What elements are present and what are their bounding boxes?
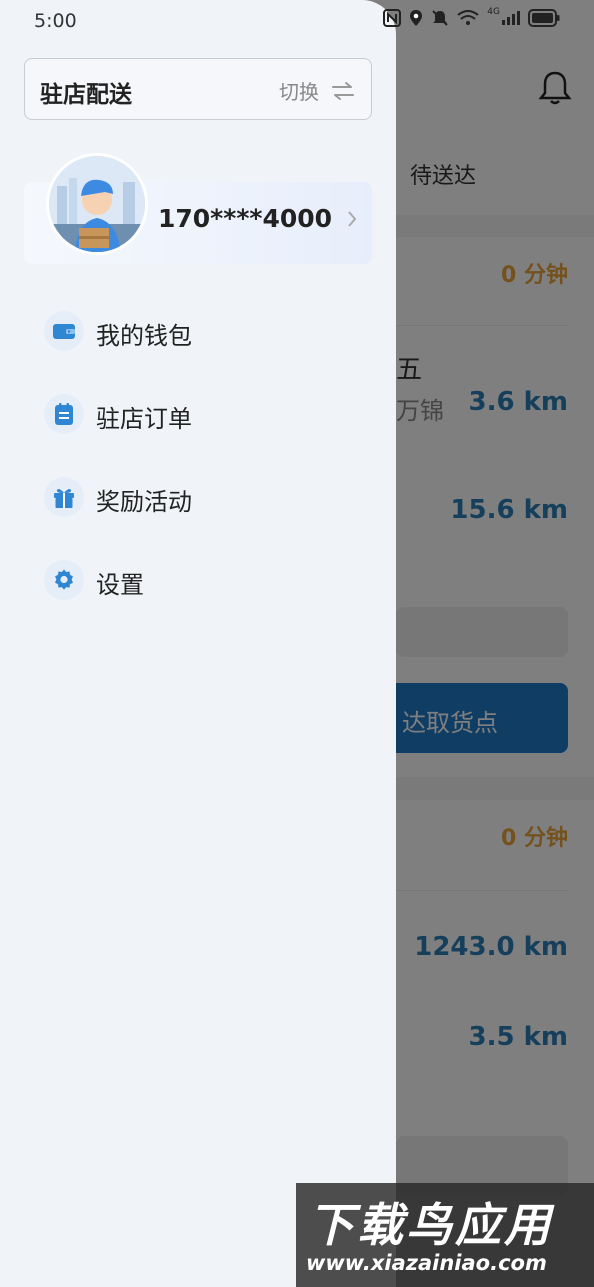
swap-arrows-icon [332, 81, 354, 100]
chevron-right-icon [348, 211, 357, 227]
watermark-url: www.xiazainiao.com [306, 1251, 547, 1275]
menu-item-store-orders[interactable]: 驻店订单 [44, 389, 364, 439]
gift-icon [44, 477, 84, 517]
gear-icon [44, 560, 84, 600]
clipboard-icon [44, 394, 84, 434]
status-icons: 4G [383, 7, 560, 27]
switch-label: 切换 [279, 80, 319, 104]
network-type: 4G [487, 7, 500, 17]
delivery-mode-title: 驻店配送 [40, 82, 132, 108]
menu-item-wallet[interactable]: 我的钱包 [44, 306, 364, 356]
menu-label: 设置 [96, 571, 144, 599]
bell-muted-icon [432, 10, 449, 26]
watermark-title: 下载鸟应用 [308, 1198, 553, 1252]
switch-mode-button[interactable]: 切换 [279, 76, 355, 105]
side-drawer: 驻店配送 切换 170****4000 我的钱包 驻店订单 奖励活动 设置 [0, 0, 396, 1287]
delivery-mode-selector[interactable]: 驻店配送 切换 [24, 58, 372, 120]
wifi-icon [457, 10, 479, 25]
location-icon [410, 10, 423, 26]
signal-icon: 4G [487, 7, 520, 25]
nfc-icon [383, 9, 402, 27]
menu-item-rewards[interactable]: 奖励活动 [44, 472, 364, 522]
battery-icon [528, 9, 560, 27]
courier-avatar-icon [49, 156, 145, 252]
phone-number: 170****4000 [158, 204, 333, 233]
menu-label: 奖励活动 [96, 488, 192, 516]
avatar[interactable] [46, 153, 148, 255]
menu-label: 我的钱包 [96, 322, 192, 350]
watermark: 下载鸟应用 www.xiazainiao.com [296, 1183, 594, 1287]
menu-label: 驻店订单 [96, 405, 192, 433]
wallet-icon [44, 311, 84, 351]
status-time: 5:00 [34, 10, 77, 32]
menu-item-settings[interactable]: 设置 [44, 555, 364, 605]
